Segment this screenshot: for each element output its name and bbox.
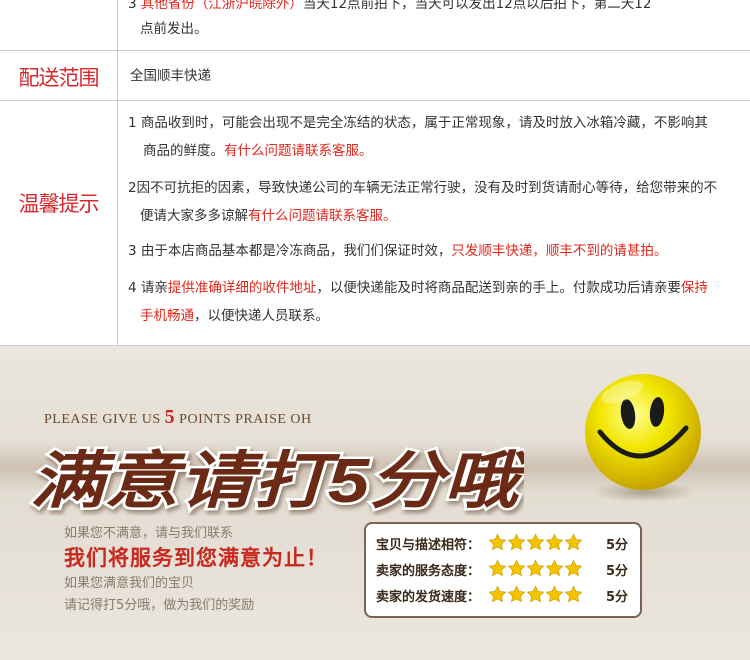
star-icon [545, 559, 564, 577]
table-column-divider [117, 0, 118, 346]
shipping-note-line2: 点前发出。 [140, 21, 208, 37]
delivery-range-label: 配送范围 [18, 66, 100, 90]
tip-2-text: 便请大家多多谅解 [140, 208, 248, 224]
star-icon [526, 585, 545, 603]
rating-stars [488, 559, 584, 579]
star-icon [545, 585, 564, 603]
shipping-note-region: 其他省份（江浙沪皖除外） [140, 0, 303, 12]
rating-row: 卖家的服务态度： 5分 [376, 557, 636, 581]
rating-row: 宝贝与描述相符： 5分 [376, 531, 636, 555]
tip-2-line1: 2因不可抗拒的因素，导致快递公司的车辆无法正常行驶，没有及时到货请耐心等待，给您… [128, 180, 718, 196]
tip-1-line1: 1 商品收到时，可能会出现不是完全冻结的状态，属于正常现象，请及时放入冰箱冷藏，… [128, 115, 708, 131]
star-icon [564, 585, 583, 603]
rating-label: 卖家的服务态度： [376, 564, 481, 579]
rating-score: 5分 [606, 538, 629, 553]
star-icon [488, 533, 507, 551]
rating-stars [488, 585, 584, 605]
star-icon [488, 559, 507, 577]
shipping-info-table: 3 其他省份（江浙沪皖除外）当天12点前拍下，当天可以发出12点以后拍下，第二天… [0, 0, 750, 346]
tip-3-line1: 3 由于本店商品基本都是冷冻商品，我们们保证时效，只发顺丰快递，顺丰不到的请甚拍… [128, 237, 667, 265]
star-icon [564, 533, 583, 551]
tip-1-line2: 商品的鲜度。有什么问题请联系客服。 [143, 137, 373, 165]
delivery-range-value: 全国顺丰快递 [130, 68, 211, 84]
big-slogan: 满意请打5分哦 [28, 445, 525, 517]
star-icon [545, 533, 564, 551]
shipping-note-number: 3 [128, 0, 137, 12]
star-icon [526, 533, 545, 551]
tip-2-contact: 有什么问题请联系客服。 [248, 208, 397, 224]
big-slogan-text: 满意请打5分哦 [30, 447, 524, 516]
rating-box: 宝贝与描述相符： 5分 卖家的服务态度： 5分 卖家的发货速度： 5分 [364, 522, 642, 618]
left-text-line3: 如果您满意我们的宝贝 [64, 576, 195, 591]
left-text-line1: 如果您不满意，请与我们联系 [64, 526, 234, 541]
row-divider [0, 100, 750, 101]
shipping-note-text: 当天12点前拍下，当天可以发出12点以后拍下，第二天12 [302, 0, 652, 12]
star-icon [488, 585, 507, 603]
left-text-headline: 我们将服务到您满意为止！ [64, 546, 328, 570]
tip-1-contact: 有什么问题请联系客服。 [224, 143, 373, 159]
rating-label: 卖家的发货速度： [376, 590, 481, 605]
rating-row: 卖家的发货速度： 5分 [376, 583, 636, 607]
rating-label: 宝贝与描述相符： [376, 538, 481, 553]
star-icon [507, 533, 526, 551]
star-icon [564, 559, 583, 577]
tip-4-line2: 手机畅通，以便快递人员联系。 [140, 302, 329, 330]
tip-4-phone-highlight: 手机畅通 [140, 308, 194, 324]
tip-4-line1: 4 请亲提供准确详细的收件地址，以便快递能及时将商品配送到亲的手上。付款成功后请… [128, 274, 708, 302]
left-text-line4: 请记得打5分哦，做为我们的奖励 [64, 598, 255, 613]
tip-4-text-c: ，以便快递人员联系。 [194, 308, 329, 324]
rating-stars [488, 533, 584, 553]
rating-score: 5分 [606, 590, 629, 605]
star-icon [507, 559, 526, 577]
tips-label: 温馨提示 [18, 192, 100, 216]
tip-4-address-highlight: 提供准确详细的收件地址 [167, 280, 317, 296]
row-divider [0, 50, 750, 51]
rating-banner: PLEASE GIVE US 5 POINTS PRAISE OH 满意请打5分… [0, 346, 750, 660]
rating-score: 5分 [606, 564, 629, 579]
tip-3-text: 3 由于本店商品基本都是冷冻商品，我们们保证时效， [128, 243, 452, 259]
tip-3-highlight: 只发顺丰快递，顺丰不到的请甚拍。 [451, 243, 668, 259]
tip-1-text: 商品的鲜度。 [143, 143, 224, 159]
smiley-face-icon [585, 374, 701, 502]
tip-4-keep-highlight: 保持 [680, 280, 708, 296]
tip-2-line2: 便请大家多多谅解有什么问题请联系客服。 [140, 202, 397, 230]
tip-4-text-a: 4 请亲 [128, 280, 168, 296]
star-icon [507, 585, 526, 603]
tip-4-text-b: ，以便快递能及时将商品配送到亲的手上。付款成功后请亲要 [316, 280, 681, 296]
star-icon [526, 559, 545, 577]
